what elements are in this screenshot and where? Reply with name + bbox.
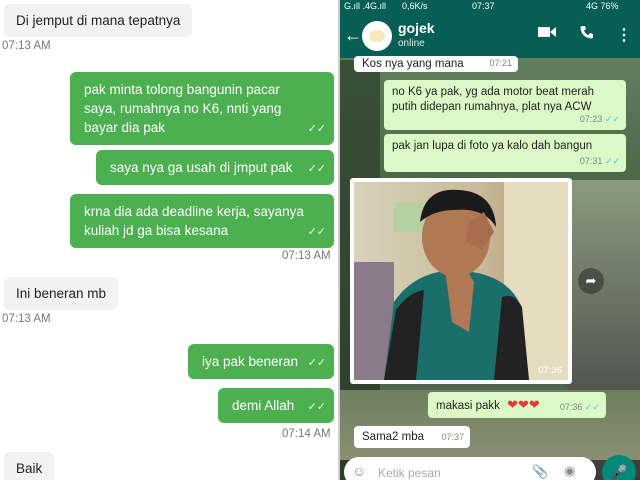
read-check-icon: ✓✓ xyxy=(584,402,600,412)
outgoing-message: krna dia ada deadline kerja, sayanya kul… xyxy=(70,194,334,248)
incoming-message: Ini beneran mb xyxy=(4,277,119,310)
left-chat-panel: Di jemput di mana tepatnya 07:13 AM pak … xyxy=(0,0,338,480)
read-check-icon: ✓✓ xyxy=(307,401,326,413)
share-icon[interactable]: ➦ xyxy=(578,268,604,294)
phone-call-icon[interactable] xyxy=(580,25,594,44)
chat-header: ← gojek online ⋮ xyxy=(340,13,640,58)
message-time: 07:13 AM xyxy=(282,250,331,262)
person-photo xyxy=(354,182,568,380)
message-time: 07:14 AM xyxy=(282,428,331,440)
outgoing-message: makasi pakk ❤❤❤ 07:36 ✓✓ xyxy=(428,392,606,418)
heart-emoji: ❤❤❤ xyxy=(507,397,540,412)
menu-dots-icon[interactable]: ⋮ xyxy=(616,25,632,45)
read-check-icon: ✓✓ xyxy=(307,226,326,238)
incoming-message: Sama2 mba 07:37 xyxy=(354,426,470,448)
contact-name[interactable]: gojek xyxy=(398,20,435,36)
status-bar: G.ıll .4G.ıll 0,6K/s 07:37 4G 76% xyxy=(340,0,640,13)
back-arrow-icon[interactable]: ← xyxy=(344,25,362,46)
outgoing-message: saya nya ga usah di jmput pak ✓✓ xyxy=(96,150,334,185)
incoming-message: Kos nya yang mana 07:21 xyxy=(354,56,518,72)
read-check-icon: ✓✓ xyxy=(307,123,326,135)
read-check-icon: ✓✓ xyxy=(604,156,620,166)
outgoing-message: pak jan lupa di foto ya kalo dah bangun … xyxy=(384,134,626,172)
incoming-message: Baik xyxy=(4,452,55,480)
outgoing-message: demi Allah ✓✓ xyxy=(218,388,334,423)
read-check-icon: ✓✓ xyxy=(604,114,620,124)
attach-icon[interactable]: 📎 xyxy=(532,464,548,480)
read-check-icon: ✓✓ xyxy=(307,163,326,175)
incoming-message: Di jemput di mana tepatnya xyxy=(4,4,193,37)
avatar[interactable] xyxy=(362,21,392,51)
right-chat-panel: G.ıll .4G.ıll 0,6K/s 07:37 4G 76% ← goje… xyxy=(340,0,640,480)
image-message[interactable]: 07:36 xyxy=(350,178,572,384)
outgoing-message: no K6 ya pak, yg ada motor beat merah pu… xyxy=(384,80,626,130)
message-input-bar[interactable]: ☺ Ketik pesan 📎 ◉ xyxy=(344,457,596,480)
camera-icon[interactable]: ◉ xyxy=(564,463,575,479)
emoji-icon[interactable]: ☺ xyxy=(352,463,366,479)
contact-status: online xyxy=(398,38,425,49)
outgoing-message: iya pak beneran ✓✓ xyxy=(188,344,334,379)
video-call-icon[interactable] xyxy=(538,25,556,44)
message-time: 07:13 AM xyxy=(2,313,51,325)
read-check-icon: ✓✓ xyxy=(307,357,326,369)
message-time: 07:13 AM xyxy=(2,40,51,52)
message-input[interactable]: Ketik pesan xyxy=(378,466,441,480)
photo-thumbnail[interactable]: 07:36 xyxy=(354,182,568,380)
outgoing-message: pak minta tolong bangunin pacar saya, ru… xyxy=(70,72,334,145)
